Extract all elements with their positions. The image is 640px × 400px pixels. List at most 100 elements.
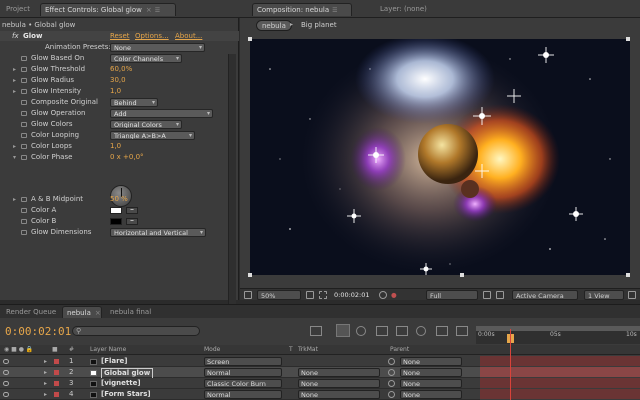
region-of-interest-icon[interactable]: [319, 291, 327, 299]
twirl-icon[interactable]: ▸: [13, 75, 16, 86]
ab-midpoint-value[interactable]: 50 %: [110, 194, 128, 205]
stopwatch-icon[interactable]: [21, 133, 27, 138]
glow-operation-dropdown[interactable]: Add: [110, 109, 213, 118]
current-time-indicator-line[interactable]: [510, 329, 511, 400]
comp-timecode[interactable]: 0:00:02:01: [334, 290, 370, 300]
blend-mode-dropdown[interactable]: Classic Color Burn: [204, 379, 282, 388]
blend-mode-dropdown[interactable]: Screen: [204, 357, 282, 366]
brainstorm-icon[interactable]: [436, 326, 448, 336]
comp-mini-flowchart-icon[interactable]: [310, 326, 322, 336]
stopwatch-icon[interactable]: [21, 144, 27, 149]
layer-duration-bar[interactable]: [480, 356, 640, 366]
parent-dropdown[interactable]: None: [400, 357, 462, 366]
glow-based-on-dropdown[interactable]: Color Channels: [110, 54, 182, 63]
corner-handle[interactable]: [248, 273, 252, 277]
glow-dimensions-dropdown[interactable]: Horizontal and Vertical: [110, 228, 206, 237]
eye-icon[interactable]: [3, 370, 9, 375]
corner-handle[interactable]: [626, 273, 630, 277]
stopwatch-icon[interactable]: [21, 100, 27, 105]
blend-mode-dropdown[interactable]: Normal: [204, 390, 282, 399]
stopwatch-icon[interactable]: [21, 67, 27, 72]
current-time-display[interactable]: 0:00:02:01: [5, 325, 71, 338]
layer-name[interactable]: [vignette]: [101, 378, 141, 389]
layer-duration-bar[interactable]: [480, 389, 640, 399]
comp-crumb-big-planet[interactable]: Big planet: [296, 20, 342, 31]
color-phase-value[interactable]: 0 x +0,0°: [110, 152, 144, 163]
twirl-icon[interactable]: ▸: [13, 64, 16, 75]
layer-name[interactable]: [Flare]: [101, 356, 128, 367]
fast-preview-icon[interactable]: [496, 291, 504, 299]
panel-menu-icon[interactable]: ☰: [332, 4, 337, 17]
view-layout-dropdown[interactable]: 1 View: [584, 290, 624, 300]
resolution-dropdown[interactable]: Full: [426, 290, 478, 300]
tab-layer[interactable]: Layer: (none): [376, 3, 431, 16]
layer-row-selected[interactable]: ▸ 2 Global glow Normal None None: [0, 367, 480, 379]
color-loops-value[interactable]: 1,0: [110, 141, 121, 152]
panel-menu-icon[interactable]: ☰: [155, 4, 160, 17]
blend-mode-dropdown[interactable]: Normal: [204, 368, 282, 377]
safe-zones-icon[interactable]: [306, 291, 314, 299]
twirl-icon[interactable]: ▸: [13, 86, 16, 97]
comp-crumb-nebula[interactable]: nebula: [256, 20, 292, 31]
twirl-icon[interactable]: ▸: [44, 378, 47, 389]
fx-icon[interactable]: fx: [12, 31, 19, 41]
frame-blending-icon[interactable]: [396, 326, 408, 336]
stopwatch-icon[interactable]: [21, 208, 27, 213]
corner-handle[interactable]: [626, 37, 630, 41]
label-color-swatch[interactable]: [54, 392, 59, 397]
label-color-swatch[interactable]: [54, 381, 59, 386]
stopwatch-icon[interactable]: [21, 56, 27, 61]
corner-handle[interactable]: [248, 37, 252, 41]
eye-icon[interactable]: [3, 359, 9, 364]
twirl-icon[interactable]: ▸: [13, 141, 16, 152]
always-preview-icon[interactable]: [244, 291, 252, 299]
glow-radius-value[interactable]: 30,0: [110, 75, 126, 86]
graph-editor-icon[interactable]: [456, 326, 468, 336]
twirl-icon[interactable]: ▸: [13, 194, 16, 205]
eye-icon[interactable]: [3, 381, 9, 386]
track-matte-dropdown[interactable]: None: [298, 368, 380, 377]
tab-project[interactable]: Project: [2, 3, 34, 16]
layer-duration-bar[interactable]: [480, 378, 640, 388]
label-color-swatch[interactable]: [54, 359, 59, 364]
color-channels-icon[interactable]: ●: [391, 290, 397, 300]
animation-presets-dropdown[interactable]: None: [110, 43, 205, 52]
comp-viewer[interactable]: [250, 39, 630, 275]
layer-search-input[interactable]: ⚲: [72, 326, 200, 336]
stopwatch-icon[interactable]: [21, 89, 27, 94]
eye-icon[interactable]: [3, 392, 9, 397]
layer-duration-bar[interactable]: [480, 367, 640, 377]
glow-colors-dropdown[interactable]: Original Colors: [110, 120, 182, 129]
col-layer-name[interactable]: Layer Name: [90, 346, 126, 353]
pick-whip-icon[interactable]: [388, 358, 395, 365]
label-color-swatch[interactable]: [54, 370, 59, 375]
color-looping-dropdown[interactable]: Triangle A>B>A: [110, 131, 195, 140]
stopwatch-icon[interactable]: [21, 230, 27, 235]
stopwatch-icon[interactable]: [21, 197, 27, 202]
options-link[interactable]: Options...: [135, 31, 169, 41]
pick-whip-icon[interactable]: [388, 369, 395, 376]
layer-row[interactable]: ▸ 3 [vignette] Classic Color Burn None N…: [0, 378, 480, 389]
twirl-icon[interactable]: ▸: [44, 367, 47, 378]
stopwatch-icon[interactable]: [21, 219, 27, 224]
twirl-icon[interactable]: ▸: [44, 356, 47, 367]
hide-shy-layers-icon[interactable]: [376, 326, 388, 336]
stopwatch-icon[interactable]: [21, 111, 27, 116]
stopwatch-icon[interactable]: [21, 78, 27, 83]
stopwatch-icon[interactable]: [21, 155, 27, 160]
layer-row[interactable]: ▸ 1 [Flare] Screen None: [0, 356, 480, 367]
track-matte-dropdown[interactable]: None: [298, 390, 380, 399]
glow-intensity-value[interactable]: 1,0: [110, 86, 121, 97]
color-a-swatch[interactable]: [110, 207, 122, 214]
pick-whip-icon[interactable]: [388, 391, 395, 398]
time-ruler[interactable]: 0:00s 05s 10s: [476, 326, 640, 344]
draft-3d-icon[interactable]: [356, 326, 366, 336]
close-icon[interactable]: ×: [146, 4, 152, 17]
stopwatch-icon[interactable]: [21, 122, 27, 127]
eyedropper-icon[interactable]: ━: [126, 207, 138, 214]
layer-row[interactable]: ▸ 4 [Form Stars] Normal None None: [0, 389, 480, 400]
motion-blur-icon[interactable]: [416, 326, 426, 336]
twirl-icon[interactable]: ▸: [44, 389, 47, 400]
parent-dropdown[interactable]: None: [400, 379, 462, 388]
zoom-dropdown[interactable]: 50%: [257, 290, 301, 300]
